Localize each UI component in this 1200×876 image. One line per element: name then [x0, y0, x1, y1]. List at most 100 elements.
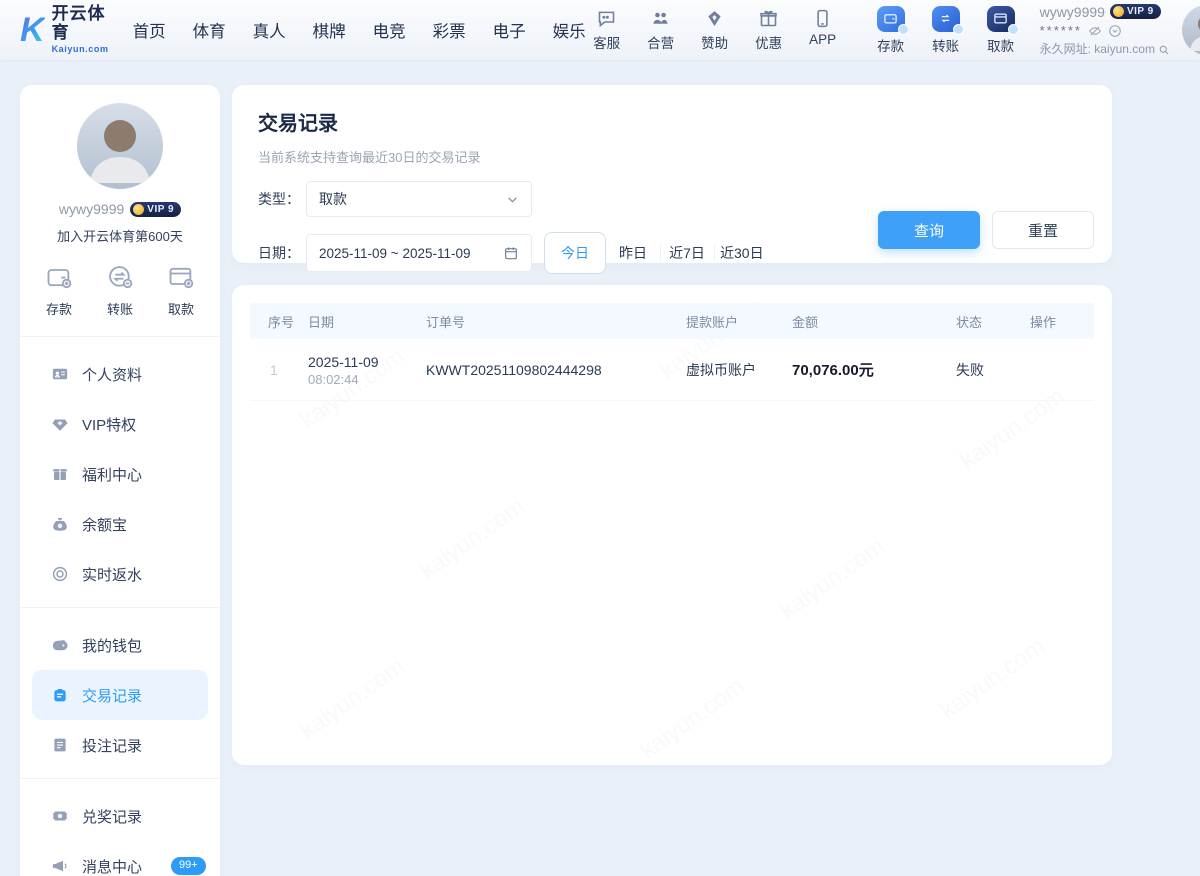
- wallet-icon: [51, 636, 69, 654]
- sidebar-item-profile[interactable]: 个人资料: [20, 349, 220, 399]
- action-label: 取款: [168, 299, 194, 318]
- sidebar-item-transactions[interactable]: 交易记录: [32, 670, 208, 720]
- vip-badge: VIP 9: [1110, 4, 1161, 19]
- nav-item-lottery[interactable]: 彩票: [433, 18, 466, 42]
- menu-item-label: VIP特权: [82, 414, 136, 435]
- nav-item-esports[interactable]: 电竞: [373, 18, 406, 42]
- menu-item-label: 投注记录: [82, 735, 142, 756]
- wallet-link-label: 取款: [987, 35, 1014, 55]
- action-label: 转账: [107, 299, 133, 318]
- range-yesterday-button[interactable]: 昨日: [606, 232, 660, 274]
- sidebar-item-bets[interactable]: 投注记录: [20, 720, 220, 770]
- reset-button[interactable]: 重置: [992, 211, 1094, 249]
- range-30days-button[interactable]: 近30日: [714, 232, 770, 274]
- partnership-link[interactable]: 合营: [640, 8, 682, 52]
- transfer-icon: [932, 6, 960, 32]
- deposit-link[interactable]: 存款: [870, 6, 912, 55]
- chevron-down-circle-icon[interactable]: [1108, 24, 1122, 38]
- sidebar-item-rebate[interactable]: 实时返水: [20, 549, 220, 599]
- date-label: 日期：: [258, 243, 306, 263]
- prize-icon: [51, 807, 69, 825]
- benefits-icon: [51, 465, 69, 483]
- menu-item-label: 消息中心: [82, 856, 142, 876]
- header-quick-links: 客服 合营 赞助 优惠 APP: [586, 8, 844, 52]
- quick-link-label: APP: [809, 32, 836, 47]
- sidebar-transfer-action[interactable]: 转账: [105, 263, 135, 318]
- cell-action: [1030, 339, 1094, 401]
- sidebar-username: wywy9999: [59, 201, 124, 217]
- col-header-status: 状态: [956, 303, 1030, 339]
- sidebar-item-wallet[interactable]: 我的钱包: [20, 620, 220, 670]
- header-user-info: wywy9999 VIP 9 ****** 永久网址: kaiyun.com: [1040, 2, 1170, 59]
- sidebar-withdraw-action[interactable]: 取款: [166, 263, 196, 318]
- sidebar-item-vip[interactable]: VIP特权: [20, 399, 220, 449]
- cell-time: 08:02:44: [308, 372, 426, 387]
- sidebar-menu-group3: 兑奖记录 消息中心 99+: [20, 787, 220, 876]
- range-7days-button[interactable]: 近7日: [660, 232, 714, 274]
- nav-item-sports[interactable]: 体育: [193, 18, 226, 42]
- sidebar-menu-group2: 我的钱包 交易记录 投注记录: [20, 616, 220, 776]
- vip-level: VIP 9: [147, 204, 174, 215]
- magnifier-icon[interactable]: [1158, 44, 1170, 56]
- nav-item-entertainment[interactable]: 娱乐: [553, 18, 586, 42]
- logo-k-icon: K: [20, 13, 45, 47]
- menu-item-label: 个人资料: [82, 364, 142, 385]
- col-header-action: 操作: [1030, 303, 1094, 339]
- eye-off-icon[interactable]: [1088, 24, 1102, 38]
- bets-icon: [51, 736, 69, 754]
- sidebar-item-messages[interactable]: 消息中心 99+: [20, 841, 220, 876]
- promotions-link[interactable]: 优惠: [748, 8, 790, 52]
- cell-order-no: KWWT20251109802444298: [426, 339, 686, 401]
- nav-item-home[interactable]: 首页: [133, 18, 166, 42]
- customer-service-link[interactable]: 客服: [586, 8, 628, 52]
- page-subtitle: 当前系统支持查询最近30日的交易记录: [258, 147, 1086, 166]
- search-button[interactable]: 查询: [878, 211, 980, 249]
- filter-card: 交易记录 当前系统支持查询最近30日的交易记录 类型： 取款 日期： 2025-…: [232, 85, 1112, 263]
- main-nav: 首页 体育 真人 棋牌 电竞 彩票 电子 娱乐: [133, 18, 586, 42]
- diamond-icon: [51, 415, 69, 433]
- sponsor-link[interactable]: 赞助: [694, 8, 736, 52]
- cell-no: 1: [250, 339, 308, 401]
- vip-medal-icon: [1113, 6, 1124, 17]
- id-card-icon: [51, 365, 69, 383]
- withdraw-link[interactable]: 取款: [980, 6, 1022, 55]
- withdraw-outline-icon: [166, 263, 196, 291]
- range-today-button[interactable]: 今日: [544, 232, 606, 274]
- transfer-link[interactable]: 转账: [925, 6, 967, 55]
- type-select[interactable]: 取款: [306, 181, 532, 217]
- avatar-image: [1182, 5, 1200, 55]
- menu-item-label: 兑奖记录: [82, 806, 142, 827]
- sidebar-item-yuebao[interactable]: 余额宝: [20, 499, 220, 549]
- divider: [20, 778, 220, 779]
- brand-name: 开云体育: [52, 5, 109, 42]
- chevron-down-icon: [506, 193, 519, 206]
- date-range-input[interactable]: 2025-11-09 ~ 2025-11-09: [306, 234, 532, 272]
- message-icon: [51, 857, 69, 875]
- brand-logo[interactable]: K 开云体育 Kaiyun.com: [20, 5, 109, 54]
- table-row: 1 2025-11-09 08:02:44 KWWT20251109802444…: [250, 339, 1094, 401]
- transfer-outline-icon: [105, 263, 135, 291]
- menu-item-label: 余额宝: [82, 514, 127, 535]
- permanent-url: 永久网址: kaiyun.com: [1040, 41, 1155, 58]
- nav-item-slots[interactable]: 电子: [493, 18, 526, 42]
- rebate-icon: [51, 565, 69, 583]
- sidebar-avatar[interactable]: [77, 103, 163, 189]
- col-header-no: 序号: [250, 303, 308, 339]
- header-avatar[interactable]: [1182, 5, 1200, 55]
- date-range-value: 2025-11-09 ~ 2025-11-09: [319, 246, 471, 261]
- type-select-value: 取款: [319, 189, 347, 209]
- sidebar-deposit-action[interactable]: 存款: [44, 263, 74, 318]
- menu-item-label: 福利中心: [82, 464, 142, 485]
- menu-item-label: 交易记录: [82, 685, 142, 706]
- username: wywy9999: [1040, 2, 1105, 22]
- sidebar-item-prize[interactable]: 兑奖记录: [20, 791, 220, 841]
- calendar-icon: [503, 245, 519, 261]
- phone-icon: [812, 8, 833, 29]
- sidebar-quick-actions: 存款 转账 取款: [20, 245, 220, 334]
- unread-count-badge: 99+: [171, 857, 206, 874]
- nav-item-chess[interactable]: 棋牌: [313, 18, 346, 42]
- sidebar-item-benefits[interactable]: 福利中心: [20, 449, 220, 499]
- nav-item-live[interactable]: 真人: [253, 18, 286, 42]
- app-download-link[interactable]: APP: [802, 8, 844, 52]
- col-header-date: 日期: [308, 303, 426, 339]
